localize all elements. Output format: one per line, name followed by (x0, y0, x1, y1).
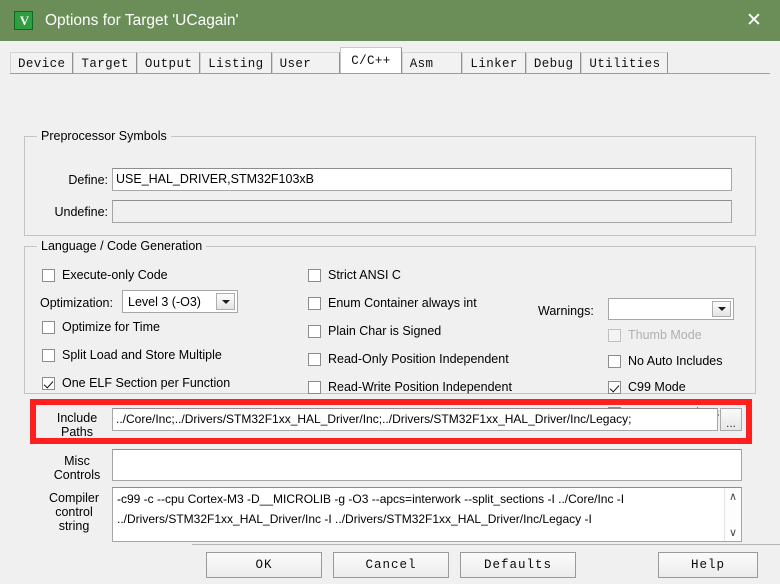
checkbox-label: No Auto Includes (628, 354, 723, 368)
tab-target[interactable]: Target (73, 52, 137, 74)
close-icon[interactable]: ✕ (728, 0, 780, 41)
scroll-down-icon[interactable]: ∨ (725, 524, 741, 541)
compiler-control-line-2: ../Drivers/STM32F1xx_HAL_Driver/Inc -I .… (117, 512, 592, 526)
checkbox-box (42, 268, 55, 282)
checkbox-c99-mode[interactable]: C99 Mode (608, 380, 686, 394)
checkbox-box (308, 324, 321, 338)
checkbox-box (42, 348, 55, 362)
checkbox-plain-char-is-signed[interactable]: Plain Char is Signed (308, 324, 441, 338)
misc-controls-input[interactable] (112, 449, 742, 481)
checkbox-one-elf-section-per-function[interactable]: One ELF Section per Function (42, 376, 230, 390)
include-paths-browse-button[interactable]: ... (720, 408, 742, 431)
keil-uvision-icon: V (14, 11, 33, 30)
checkbox-box (42, 376, 55, 390)
include-paths-label-line1: Include (56, 411, 98, 425)
options-dialog: Device Target Output Listing User C/C++ … (0, 41, 780, 584)
checkbox-strict-ansi-c[interactable]: Strict ANSI C (308, 268, 401, 282)
define-input[interactable]: USE_HAL_DRIVER,STM32F103xB (112, 168, 732, 191)
window-title: Options for Target 'UCagain' (45, 11, 239, 29)
checkbox-box (308, 380, 321, 394)
help-button[interactable]: Help (658, 552, 758, 578)
app-icon-glyph: V (19, 13, 30, 28)
undefine-label: Undefine: (54, 205, 108, 219)
checkbox-optimize-for-time[interactable]: Optimize for Time (42, 320, 160, 334)
misc-controls-label-line2: Controls (53, 468, 101, 482)
warnings-select[interactable] (608, 298, 734, 320)
cancel-button[interactable]: Cancel (333, 552, 449, 578)
checkbox-box (42, 320, 55, 334)
checkbox-label: Execute-only Code (62, 268, 168, 282)
checkbox-label: Read-Write Position Independent (328, 380, 512, 394)
checkbox-box (608, 354, 621, 368)
language-code-generation-legend: Language / Code Generation (37, 239, 207, 253)
checkbox-no-auto-includes[interactable]: No Auto Includes (608, 354, 723, 368)
checkbox-label: C99 Mode (628, 380, 686, 394)
checkbox-label: Thumb Mode (628, 328, 702, 342)
checkbox-read-write-position-independent[interactable]: Read-Write Position Independent (308, 380, 512, 394)
chevron-down-icon[interactable] (712, 301, 731, 317)
compiler-control-label-line2: control (55, 505, 93, 519)
define-label: Define: (68, 173, 108, 187)
undefine-input[interactable] (112, 200, 732, 223)
checkbox-box (608, 380, 621, 394)
checkbox-label: Optimize for Time (62, 320, 160, 334)
optimization-value: Level 3 (-O3) (128, 294, 201, 309)
checkbox-execute-only-code[interactable]: Execute-only Code (42, 268, 168, 282)
tab-device[interactable]: Device (10, 52, 74, 74)
compiler-control-line-1: -c99 -c --cpu Cortex-M3 -D__MICROLIB -g … (117, 492, 625, 506)
compiler-control-label-line1: Compiler (48, 491, 99, 505)
checkbox-label: Plain Char is Signed (328, 324, 442, 338)
checkbox-box (308, 352, 321, 366)
compiler-control-string-textarea[interactable]: -c99 -c --cpu Cortex-M3 -D__MICROLIB -g … (112, 487, 742, 542)
title-bar: V Options for Target 'UCagain' ✕ (0, 0, 780, 41)
tab-user[interactable]: User (271, 52, 341, 74)
dialog-button-bar: OK Cancel Defaults Help (0, 544, 780, 584)
chevron-down-icon[interactable] (216, 293, 235, 310)
tab-panel-c-cpp: Preprocessor Symbols Define: USE_HAL_DRI… (0, 74, 780, 544)
include-paths-input[interactable]: ../Core/Inc;../Drivers/STM32F1xx_HAL_Dri… (112, 408, 718, 431)
checkbox-enum-container-always-int[interactable]: Enum Container always int (308, 296, 477, 310)
checkbox-label: Read-Only Position Independent (328, 352, 509, 366)
checkbox-label: Split Load and Store Multiple (62, 348, 222, 362)
tab-utilities[interactable]: Utilities (581, 52, 669, 74)
tab-bar: Device Target Output Listing User C/C++ … (10, 46, 770, 74)
checkbox-read-only-position-independent[interactable]: Read-Only Position Independent (308, 352, 509, 366)
misc-controls-label-line1: Misc (64, 454, 90, 468)
compiler-control-label-line3: string (58, 519, 90, 533)
checkbox-thumb-mode: Thumb Mode (608, 328, 702, 342)
tab-c-cpp[interactable]: C/C++ (340, 47, 402, 74)
checkbox-label: Enum Container always int (328, 296, 477, 310)
preprocessor-symbols-legend: Preprocessor Symbols (37, 129, 171, 143)
checkbox-split-load-and-store-multiple[interactable]: Split Load and Store Multiple (42, 348, 222, 362)
scroll-up-icon[interactable]: ∧ (725, 488, 741, 505)
checkbox-box (608, 328, 621, 342)
tab-asm[interactable]: Asm (401, 52, 463, 74)
include-paths-label-line2: Paths (61, 425, 93, 439)
button-bar-separator (192, 544, 780, 545)
tab-linker[interactable]: Linker (462, 52, 526, 74)
tab-listing[interactable]: Listing (200, 52, 272, 74)
tab-debug[interactable]: Debug (525, 52, 582, 74)
checkbox-box (308, 296, 321, 310)
defaults-button[interactable]: Defaults (460, 552, 576, 578)
checkbox-box (308, 268, 321, 282)
compiler-control-scrollbar[interactable]: ∧ ∨ (724, 488, 741, 541)
optimization-label: Optimization: (40, 296, 113, 310)
tab-output[interactable]: Output (136, 52, 201, 74)
ok-button[interactable]: OK (206, 552, 322, 578)
optimization-select[interactable]: Level 3 (-O3) (122, 290, 238, 313)
warnings-label: Warnings: (538, 304, 594, 318)
checkbox-label: One ELF Section per Function (62, 376, 231, 390)
checkbox-label: Strict ANSI C (328, 268, 401, 282)
